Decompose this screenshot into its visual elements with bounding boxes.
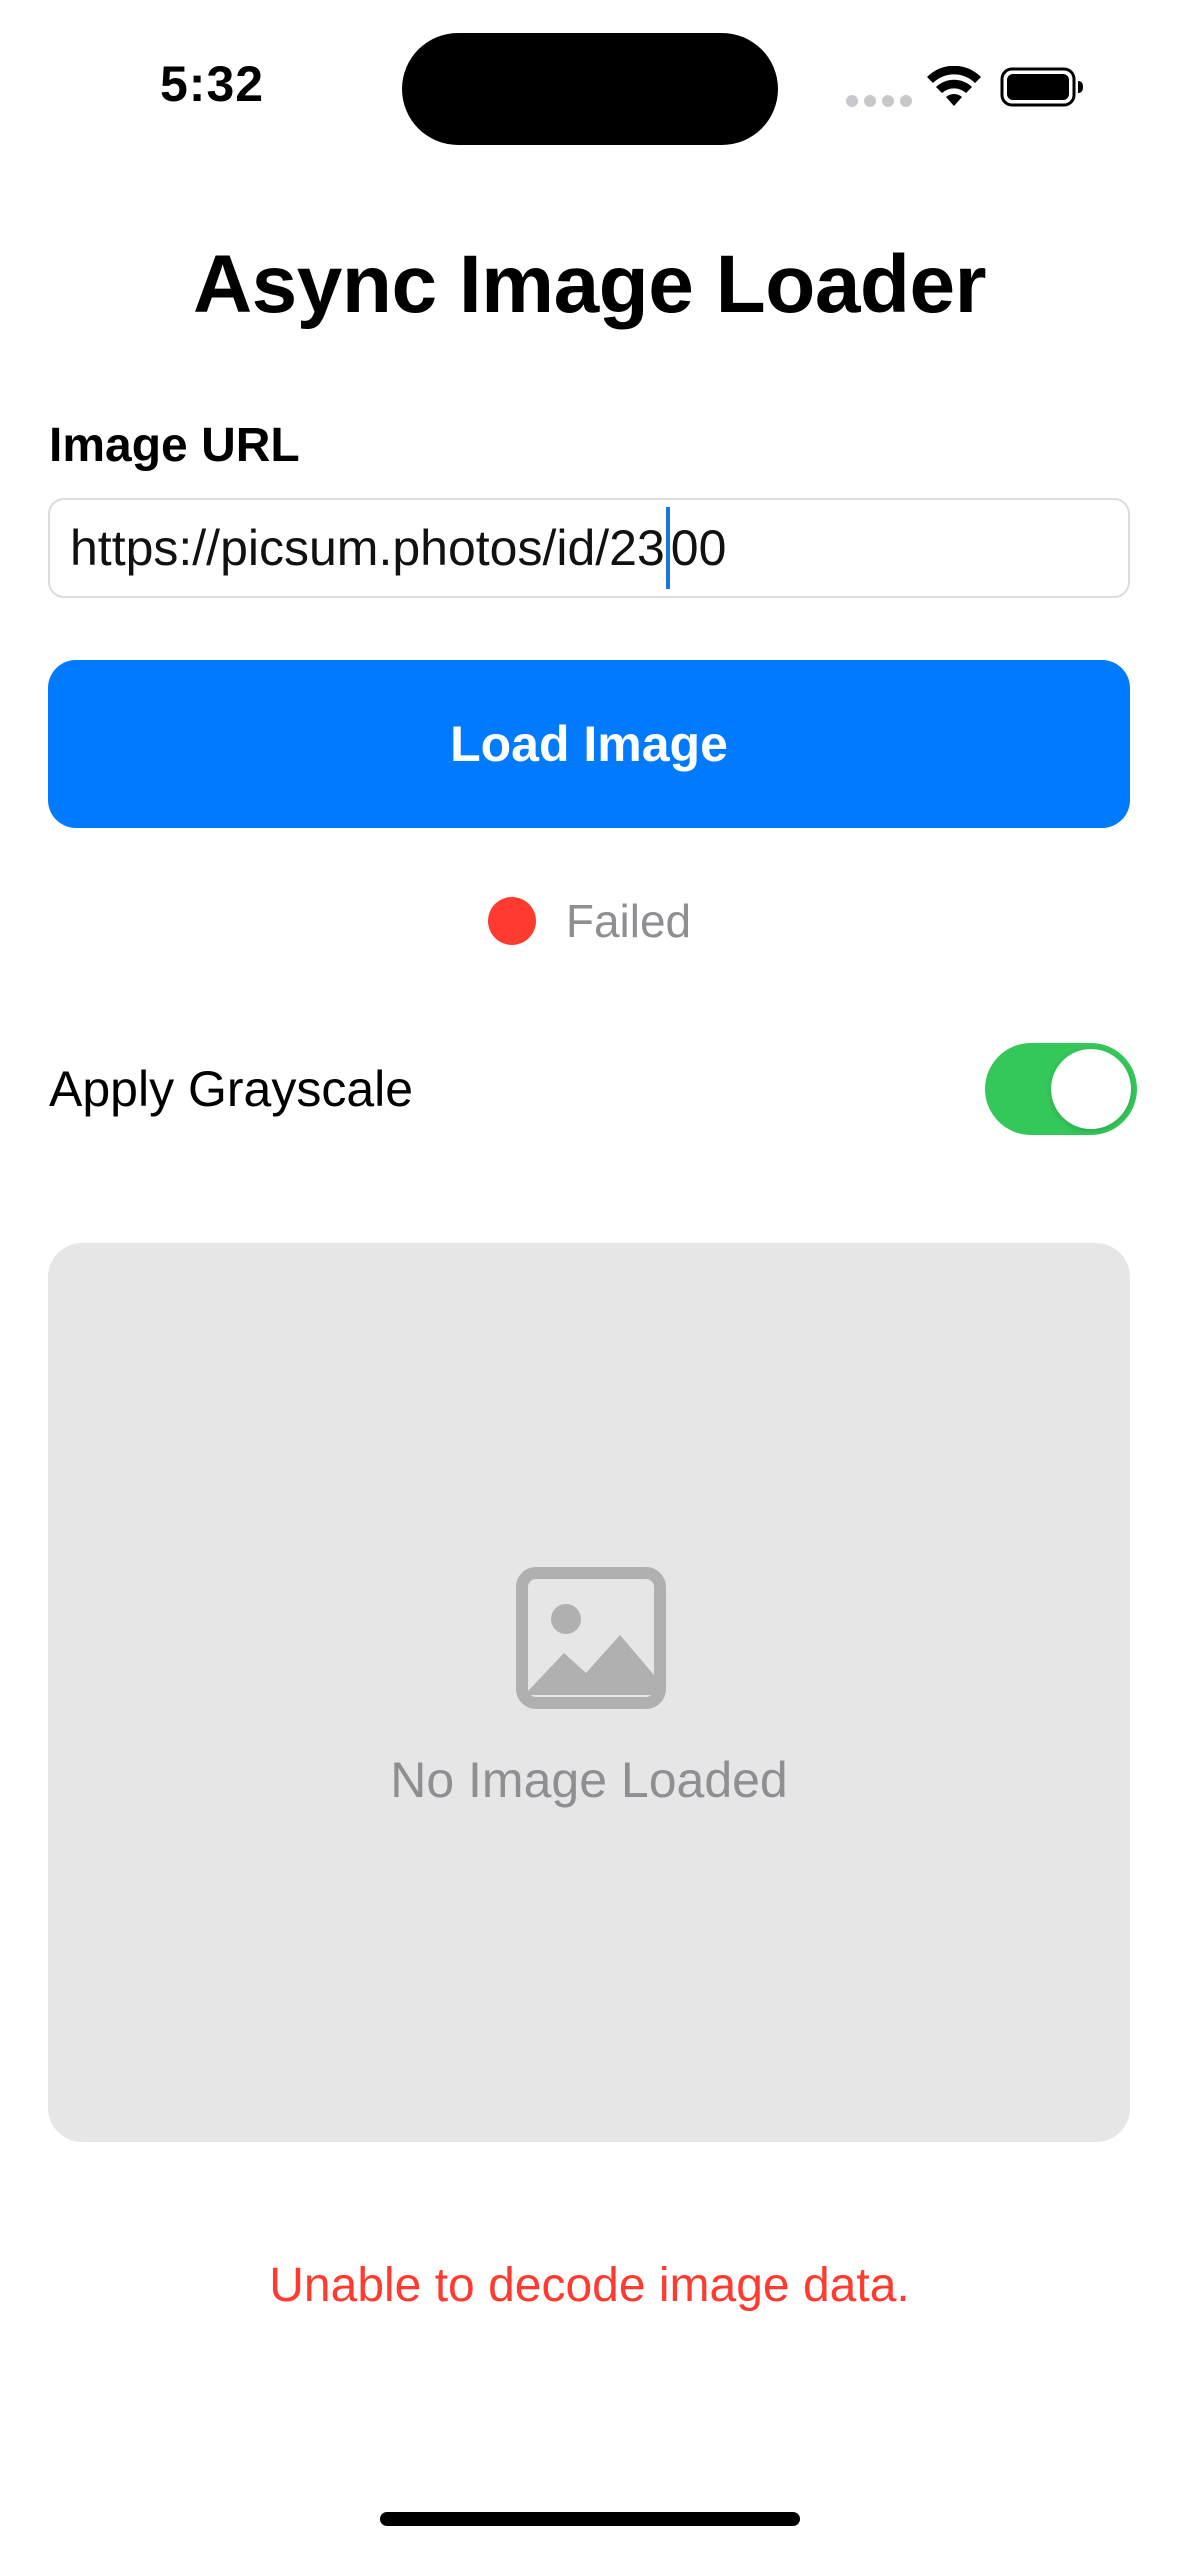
image-url-value-tail: 00 <box>670 520 727 576</box>
page-title: Async Image Loader <box>192 239 987 330</box>
grayscale-label: Apply Grayscale <box>49 1061 414 1117</box>
image-url-label: Image URL <box>49 419 300 472</box>
status-text: Failed <box>565 895 692 947</box>
image-url-value: https://picsum.photos/id/23 <box>70 520 665 576</box>
status-indicator-dot <box>487 897 536 945</box>
dynamic-island <box>402 33 778 145</box>
image-url-input[interactable]: https://picsum.photos/id/23 00 <box>48 498 1130 598</box>
grayscale-toggle[interactable] <box>985 1043 1137 1135</box>
text-cursor <box>665 507 670 589</box>
load-status: Failed <box>0 894 1179 948</box>
wifi-icon <box>927 66 981 106</box>
cellular-signal-icon <box>846 95 912 107</box>
battery-full-icon <box>1000 67 1083 107</box>
home-indicator[interactable] <box>380 2512 800 2526</box>
image-preview-area: No Image Loaded <box>48 1243 1130 2142</box>
load-image-button[interactable]: Load Image <box>48 660 1130 828</box>
no-image-text: No Image Loaded <box>390 1752 788 1808</box>
photo-icon <box>516 1567 666 1709</box>
toggle-knob <box>1051 1049 1131 1129</box>
status-bar-time: 5:32 <box>160 56 265 112</box>
error-message: Unable to decode image data. <box>269 2259 910 2312</box>
